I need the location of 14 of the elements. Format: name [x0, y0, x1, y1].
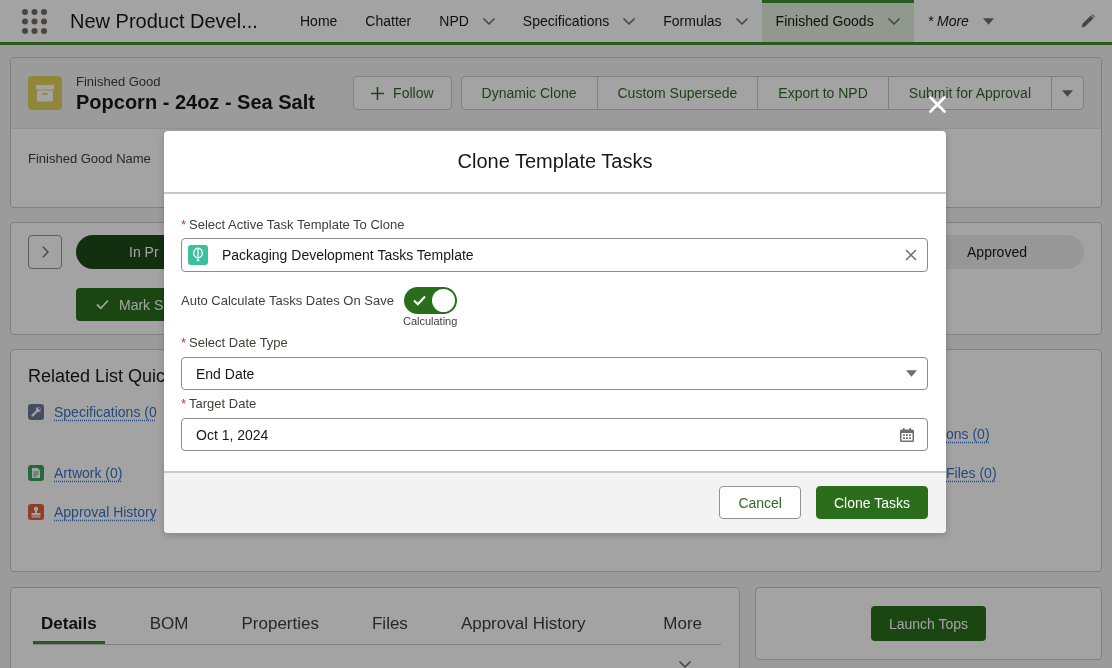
modal-title: Clone Template Tasks [457, 150, 653, 173]
field-label: Finished Good Name [28, 151, 151, 166]
field-label: Target Date [189, 395, 257, 413]
toggle-status: Calculating [402, 314, 458, 328]
field-label: Select Active Task Template To Clone [189, 216, 405, 234]
required-marker: * [181, 334, 187, 352]
record-title: Popcorn - 24oz - Sea Salt [76, 89, 315, 114]
object-type-label: Finished Good [76, 72, 161, 90]
required-marker: * [181, 216, 187, 234]
field-label: Select Date Type [189, 334, 288, 352]
required-marker: * [181, 395, 187, 413]
app-name: New Product Devel... [70, 9, 259, 33]
toggle-label: Auto Calculate Tasks Dates On Save [181, 292, 394, 310]
card-title: Related List Quic [28, 365, 166, 388]
